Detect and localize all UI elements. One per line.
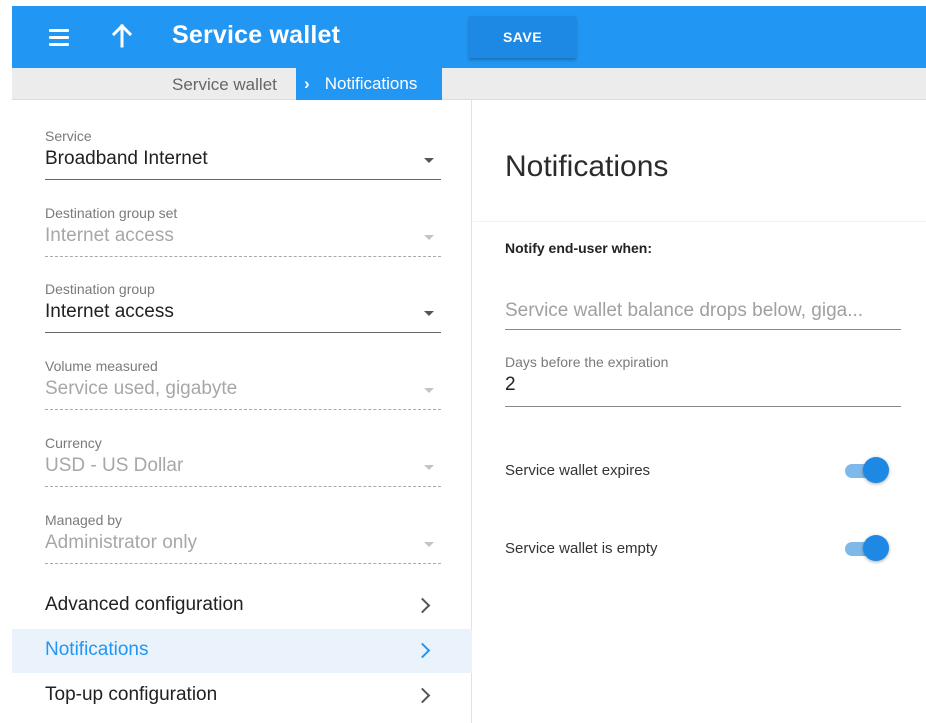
nav-item-label: Advanced configuration xyxy=(45,594,244,615)
chevron-right-icon: › xyxy=(304,74,310,93)
wallet-expires-toggle[interactable] xyxy=(845,457,889,483)
breadcrumb-item-service-wallet[interactable]: Service wallet xyxy=(172,75,277,95)
dropdown-caret-icon xyxy=(424,542,434,547)
panel-header: Notifications xyxy=(473,100,926,222)
nav-item-label: Top-up configuration xyxy=(45,684,218,705)
left-panel: Service Broadband Internet Destination g… xyxy=(12,100,472,723)
chevron-right-icon xyxy=(414,687,431,704)
breadcrumb-item-notifications[interactable]: › Notifications xyxy=(296,68,442,100)
chevron-right-icon xyxy=(414,642,431,659)
toggle-row-expires: Service wallet expires xyxy=(505,454,901,486)
nav-item-advanced-configuration[interactable]: Advanced configuration xyxy=(12,584,472,628)
dropdown-caret-icon xyxy=(424,311,434,316)
destination-group-select[interactable]: Destination group Internet access xyxy=(45,281,441,341)
toggle-label-empty: Service wallet is empty xyxy=(505,540,658,557)
breadcrumb-current-label: Notifications xyxy=(324,74,418,93)
menu-icon[interactable] xyxy=(46,26,72,48)
field-underline xyxy=(45,332,441,333)
currency-select: Currency USD - US Dollar xyxy=(45,435,441,495)
notifications-panel: Notifications Notify end-user when: Serv… xyxy=(473,100,926,723)
toggle-label-expires: Service wallet expires xyxy=(505,462,651,479)
notify-heading: Notify end-user when: xyxy=(505,240,653,256)
app-window: Service wallet SAVE Service wallet › Not… xyxy=(12,6,926,723)
nav-item-top-up-configuration[interactable]: Top-up configuration xyxy=(12,674,472,718)
dropdown-caret-icon xyxy=(424,388,434,393)
days-before-expiration-value: 2 xyxy=(505,374,516,395)
destination-group-set-select: Destination group set Internet access xyxy=(45,205,441,265)
dropdown-caret-icon xyxy=(424,158,434,163)
balance-threshold-placeholder: Service wallet balance drops below, giga… xyxy=(505,300,864,321)
volume-measured-value: Service used, gigabyte xyxy=(45,378,238,399)
field-underline xyxy=(505,406,901,407)
days-before-expiration-input[interactable]: Days before the expiration 2 xyxy=(505,354,901,408)
field-underline xyxy=(45,409,441,410)
managed-by-select: Managed by Administrator only xyxy=(45,512,441,572)
destination-group-set-value: Internet access xyxy=(45,225,174,246)
breadcrumb: Service wallet › Notifications xyxy=(12,68,926,100)
volume-measured-label: Volume measured xyxy=(45,358,158,374)
field-underline xyxy=(505,329,901,330)
toggle-row-empty: Service wallet is empty xyxy=(505,532,901,564)
chevron-right-icon xyxy=(414,597,431,614)
service-select[interactable]: Service Broadband Internet xyxy=(45,128,441,188)
panel-title: Notifications xyxy=(505,150,669,183)
field-underline xyxy=(45,179,441,180)
save-button[interactable]: SAVE xyxy=(469,16,576,58)
top-app-bar: Service wallet SAVE xyxy=(12,6,926,68)
managed-by-label: Managed by xyxy=(45,512,123,528)
days-before-expiration-label: Days before the expiration xyxy=(505,354,669,370)
currency-value: USD - US Dollar xyxy=(45,455,184,476)
field-underline xyxy=(45,563,441,564)
nav-item-notifications[interactable]: Notifications xyxy=(12,629,472,673)
managed-by-value: Administrator only xyxy=(45,532,198,553)
wallet-empty-toggle[interactable] xyxy=(845,535,889,561)
dropdown-caret-icon xyxy=(424,235,434,240)
dropdown-caret-icon xyxy=(424,465,434,470)
currency-label: Currency xyxy=(45,435,102,451)
field-underline xyxy=(45,486,441,487)
service-value: Broadband Internet xyxy=(45,148,208,169)
arrow-up-icon[interactable] xyxy=(108,22,136,50)
destination-group-set-label: Destination group set xyxy=(45,205,178,221)
service-label: Service xyxy=(45,128,92,144)
destination-group-value: Internet access xyxy=(45,301,174,322)
toggle-knob xyxy=(863,535,889,561)
nav-item-label: Notifications xyxy=(45,639,149,660)
page-title: Service wallet xyxy=(172,21,341,49)
field-underline xyxy=(45,256,441,257)
balance-threshold-input[interactable]: Service wallet balance drops below, giga… xyxy=(505,298,901,330)
toggle-knob xyxy=(863,457,889,483)
volume-measured-select: Volume measured Service used, gigabyte xyxy=(45,358,441,418)
destination-group-label: Destination group xyxy=(45,281,155,297)
